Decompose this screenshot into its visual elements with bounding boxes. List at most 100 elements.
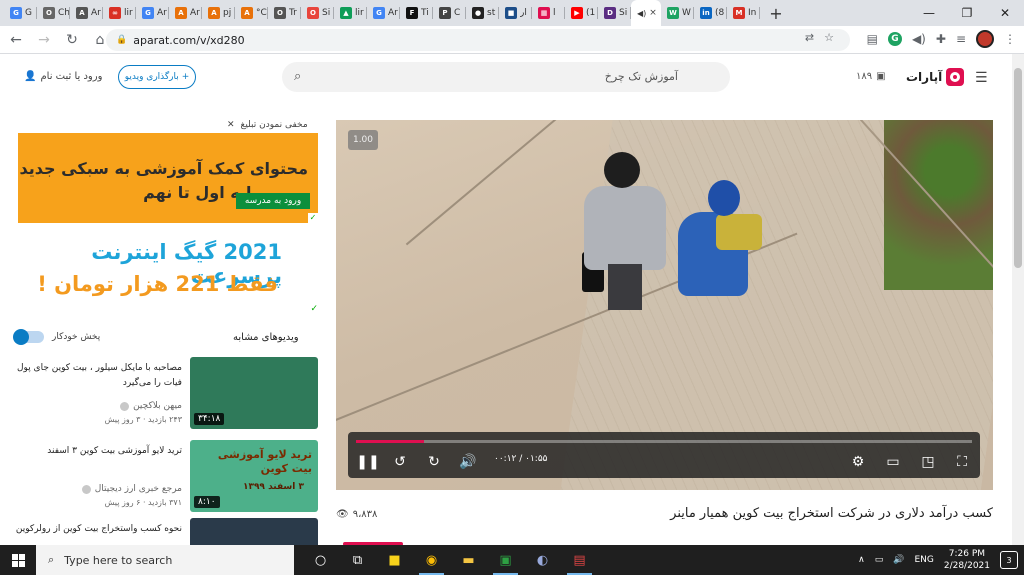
upload-video-button[interactable]: + بارگذاری ویدیو [118, 65, 196, 89]
recommended-video[interactable]: ترید لایو آموزشی بیت کوین ۳ اسفند ۱۳۹۹ ۸:۱… [14, 440, 318, 512]
taskbar-search-placeholder: Type here to search [64, 553, 173, 567]
clock-date: 2/28/2021 [943, 561, 990, 571]
browser-tab[interactable]: ∞ lir [103, 0, 136, 26]
notification-counter[interactable]: ۱۸۹ ▣ [856, 71, 886, 82]
chrome-menu-icon[interactable]: ⋮ [1004, 32, 1016, 46]
browser-tab[interactable]: G Ar [367, 0, 400, 26]
reading-list-icon[interactable]: ▤ [867, 32, 878, 46]
browser-tab[interactable]: GG [4, 0, 37, 26]
browser-tab[interactable]: G Ar [136, 0, 169, 26]
scrollbar-thumb[interactable] [1014, 68, 1022, 268]
task-view-icon[interactable]: ⧉ [339, 545, 376, 575]
start-button[interactable] [0, 545, 36, 575]
recommended-video-title[interactable]: مصاحبه با مایکل سیلور ، بیت کوین جای پول… [14, 361, 182, 391]
translate-icon[interactable]: ⇄ [805, 31, 814, 44]
back-icon[interactable]: ← [4, 28, 28, 52]
recommended-video-title[interactable]: نحوه کسب واستخراج بیت کوین از رولرکوین [14, 522, 182, 537]
browser-tab[interactable]: in (8 [694, 0, 727, 26]
search-query[interactable]: آموزش تک چرخ [605, 70, 678, 83]
school-ad-banner[interactable]: محتوای کمک آموزشی به سبکی جدید پایه اول … [18, 133, 318, 223]
browser-tab[interactable]: WW [661, 0, 694, 26]
hamburger-menu-icon[interactable]: ☰ [975, 70, 988, 86]
reload-icon[interactable]: ↻ [60, 28, 84, 52]
restore-button[interactable]: ❐ [948, 0, 986, 26]
lock-icon[interactable]: 🔒 [116, 35, 127, 45]
app-icon[interactable]: ▤ [561, 545, 598, 575]
media-control-icon[interactable]: ◀) [912, 32, 926, 46]
browser-tab[interactable]: ● st [466, 0, 499, 26]
browser-tab[interactable]: O Si [301, 0, 334, 26]
address-bar[interactable]: 🔒 aparat.com/v/xd280 [106, 29, 850, 51]
channel-name[interactable]: میهن بلاکچین [120, 401, 182, 411]
playlist-icon[interactable]: ≡ [956, 32, 966, 46]
forward-icon[interactable]: → [32, 28, 56, 52]
login-link[interactable]: ورود یا ثبت نام 👤 [24, 71, 102, 82]
close-icon[interactable]: ✕ [227, 120, 235, 130]
paint-icon[interactable]: ◐ [524, 545, 561, 575]
taskbar-search[interactable]: ⌕ Type here to search [36, 545, 294, 575]
video-duration: ۳۴:۱۸ [194, 413, 225, 425]
mini-player-icon[interactable]: ◳ [918, 452, 938, 472]
new-tab-button[interactable]: + [764, 4, 788, 23]
video-player[interactable]: 1.00 ❚❚ ↺ ↻ 🔊 ۰۰:۱۲ / ۰۱:۵۵ ⚙ ▭ ◳ ⛶ [336, 120, 993, 490]
browser-tab[interactable]: ■ آر [499, 0, 532, 26]
page-scrollbar[interactable] [1012, 54, 1024, 545]
browser-tab[interactable]: A Ar [70, 0, 103, 26]
playback-speed-badge[interactable]: 1.00 [348, 130, 378, 150]
recommended-video[interactable]: ۳۴:۱۸ مصاحبه با مایکل سیلور ، بیت کوین جا… [14, 357, 318, 429]
volume-icon[interactable]: 🔊 [893, 555, 904, 565]
profile-avatar[interactable] [976, 30, 994, 48]
browser-tab[interactable]: ▲ lir [334, 0, 367, 26]
video-frame-woman [674, 180, 766, 310]
store-icon[interactable]: ▣ [487, 545, 524, 575]
settings-gear-icon[interactable]: ⚙ [848, 452, 868, 472]
bookmark-star-icon[interactable]: ☆ [824, 31, 834, 44]
channel-name[interactable]: مرجع خبری ارز دیجیتال [81, 484, 182, 494]
language-indicator[interactable]: ENG [914, 555, 933, 565]
search-icon[interactable]: ⌕ [294, 69, 301, 84]
close-window-button[interactable]: ✕ [986, 0, 1024, 26]
tab-close-icon[interactable]: × [649, 8, 657, 18]
browser-tab[interactable]: F Ti [400, 0, 433, 26]
site-logo[interactable]: آپارات [906, 68, 965, 86]
fullscreen-icon[interactable]: ⛶ [952, 452, 972, 472]
volume-icon[interactable]: 🔊 [458, 452, 478, 472]
rewind-icon[interactable]: ↺ [390, 452, 410, 472]
recommended-video-title[interactable]: ترید لایو آموزشی بیت کوین ۳ اسفند [14, 444, 182, 459]
clock[interactable]: 7:26 PM 2/28/2021 [944, 548, 990, 572]
active-tab[interactable]: ◀) × [631, 0, 661, 26]
search-box[interactable]: ⌕ آموزش تک چرخ [282, 62, 730, 92]
forward-icon[interactable]: ↻ [424, 452, 444, 472]
video-thumbnail[interactable]: ۳۴:۱۸ [190, 357, 318, 429]
extensions-puzzle-icon[interactable]: ✚ [936, 32, 946, 46]
browser-tab[interactable]: A °C [235, 0, 268, 26]
file-explorer-icon[interactable]: ▬ [450, 545, 487, 575]
autoplay-toggle[interactable] [13, 329, 44, 345]
browser-tab[interactable]: D Si [598, 0, 631, 26]
minimize-button[interactable]: — [910, 0, 948, 26]
tab-favicon-icon: M [733, 7, 745, 19]
browser-tab[interactable]: ▶ (1 [565, 0, 598, 26]
tray-expand-icon[interactable]: ∧ [858, 555, 865, 565]
sticky-notes-icon[interactable]: ■ [376, 545, 413, 575]
browser-tab[interactable]: O Ch [37, 0, 70, 26]
browser-tab[interactable]: O Tr [268, 0, 301, 26]
browser-tab[interactable]: A Ar [169, 0, 202, 26]
browser-tab[interactable]: ▦ آ [532, 0, 565, 26]
theater-mode-icon[interactable]: ▭ [883, 452, 903, 472]
grammarly-extension-icon[interactable]: G [887, 32, 902, 46]
network-icon[interactable]: ▭ [875, 555, 884, 565]
hide-ad-link[interactable]: مخفی نمودن تبلیغ ✕ [227, 120, 308, 130]
internet-ad-banner[interactable]: 2021 گیگ اینترنت پرسرعت فقط 221 هزار توم… [18, 232, 318, 314]
progress-bar[interactable] [356, 440, 972, 443]
pause-icon[interactable]: ❚❚ [356, 452, 379, 472]
browser-tab[interactable]: Apj [202, 0, 235, 26]
cortana-icon[interactable]: ○ [302, 545, 339, 575]
tab-title: lir [355, 8, 364, 18]
browser-tab[interactable]: PC [433, 0, 466, 26]
video-thumbnail[interactable]: ترید لایو آموزشی بیت کوین ۳ اسفند ۱۳۹۹ ۸:۱… [190, 440, 318, 512]
ad-cta-button[interactable]: ورود به مدرسه [236, 193, 310, 209]
notification-center-icon[interactable]: 3 [1000, 551, 1018, 569]
browser-tab[interactable]: M In [727, 0, 760, 26]
chrome-taskbar-icon[interactable]: ◉ [413, 545, 450, 575]
